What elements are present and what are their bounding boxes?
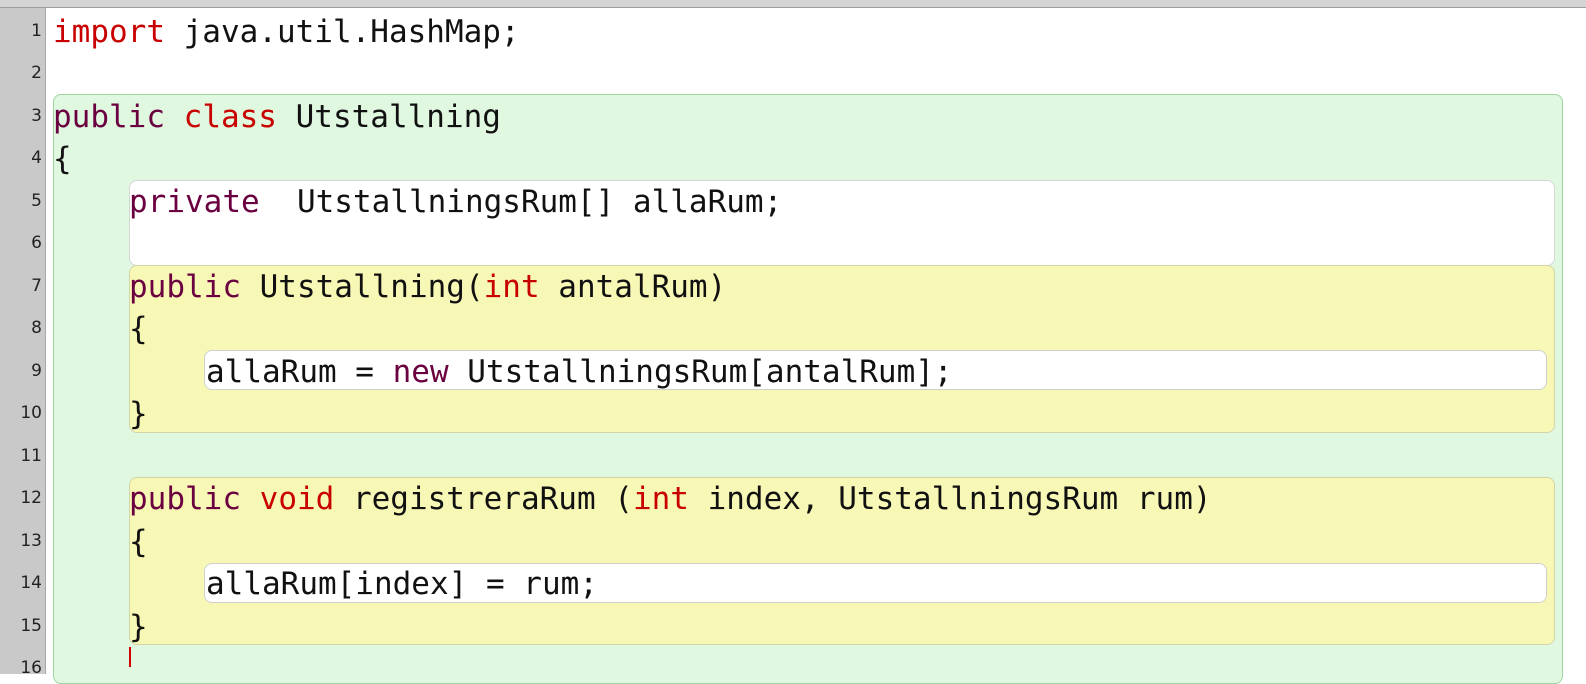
line-number: 7 — [31, 276, 42, 296]
code-text: allaRum = — [206, 354, 393, 390]
line-number: 9 — [31, 361, 42, 381]
code-line-4[interactable]: { — [53, 144, 72, 175]
keyword: private — [129, 184, 260, 220]
keyword: void — [259, 481, 335, 517]
code-line-3[interactable]: public class Utstallning — [53, 102, 501, 133]
line-number: 8 — [31, 318, 42, 338]
line-number: 2 — [31, 63, 42, 83]
code-text: UtstallningsRum[] allaRum; — [259, 184, 783, 220]
line-number: 3 — [31, 106, 42, 126]
code-line-7[interactable]: public Utstallning(int antalRum) — [129, 272, 726, 303]
code-text: Utstallning( — [240, 269, 484, 305]
code-text: UtstallningsRum[antalRum]; — [448, 354, 953, 390]
keyword: new — [392, 354, 449, 390]
keyword: int — [483, 269, 540, 305]
keyword: public — [129, 481, 241, 517]
keyword: int — [632, 481, 689, 517]
code-line-10[interactable]: } — [129, 399, 148, 430]
keyword: class — [183, 99, 277, 135]
keyword: public — [129, 269, 241, 305]
code-text: allaRum[index] = rum; — [206, 566, 598, 602]
code-line-15[interactable]: } — [129, 612, 148, 643]
line-number: 5 — [31, 191, 42, 211]
code-line-13[interactable]: { — [129, 527, 148, 558]
code-text: java.util.HashMap; — [164, 14, 520, 50]
line-number: 4 — [31, 148, 42, 168]
line-number: 11 — [20, 446, 42, 466]
code-text: Utstallning — [276, 99, 501, 135]
code-text: { — [129, 311, 148, 347]
line-number: 12 — [20, 488, 42, 508]
keyword: public — [53, 99, 165, 135]
line-number: 14 — [20, 573, 42, 593]
code-text: } — [129, 396, 148, 432]
code-line-5[interactable]: private UtstallningsRum[] allaRum; — [129, 187, 782, 218]
text-cursor — [129, 647, 131, 667]
keyword: import — [53, 14, 165, 50]
line-number: 16 — [20, 658, 42, 678]
code-text: antalRum) — [539, 269, 727, 305]
code-line-9[interactable]: allaRum = new UtstallningsRum[antalRum]; — [206, 357, 953, 388]
code-text: { — [53, 141, 72, 177]
code-text: index, UtstallningsRum rum) — [688, 481, 1212, 517]
code-line-14[interactable]: allaRum[index] = rum; — [206, 569, 598, 600]
editor-top-bar — [0, 0, 1586, 8]
line-number: 10 — [20, 403, 42, 423]
line-number: 13 — [20, 531, 42, 551]
line-number: 15 — [20, 616, 42, 636]
line-number: 1 — [31, 21, 42, 41]
line-number: 6 — [31, 233, 42, 253]
line-number-gutter: 1 2 3 4 5 6 7 8 9 10 11 12 13 14 15 16 — [0, 8, 46, 678]
code-text: } — [129, 609, 148, 645]
code-text: registreraRum ( — [334, 481, 633, 517]
code-line-12[interactable]: public void registreraRum (int index, Ut… — [129, 484, 1212, 515]
code-line-8[interactable]: { — [129, 314, 148, 345]
code-line-1[interactable]: import java.util.HashMap; — [53, 17, 520, 48]
code-editor[interactable]: import java.util.HashMap; public class U… — [47, 8, 1586, 684]
code-text: { — [129, 524, 148, 560]
